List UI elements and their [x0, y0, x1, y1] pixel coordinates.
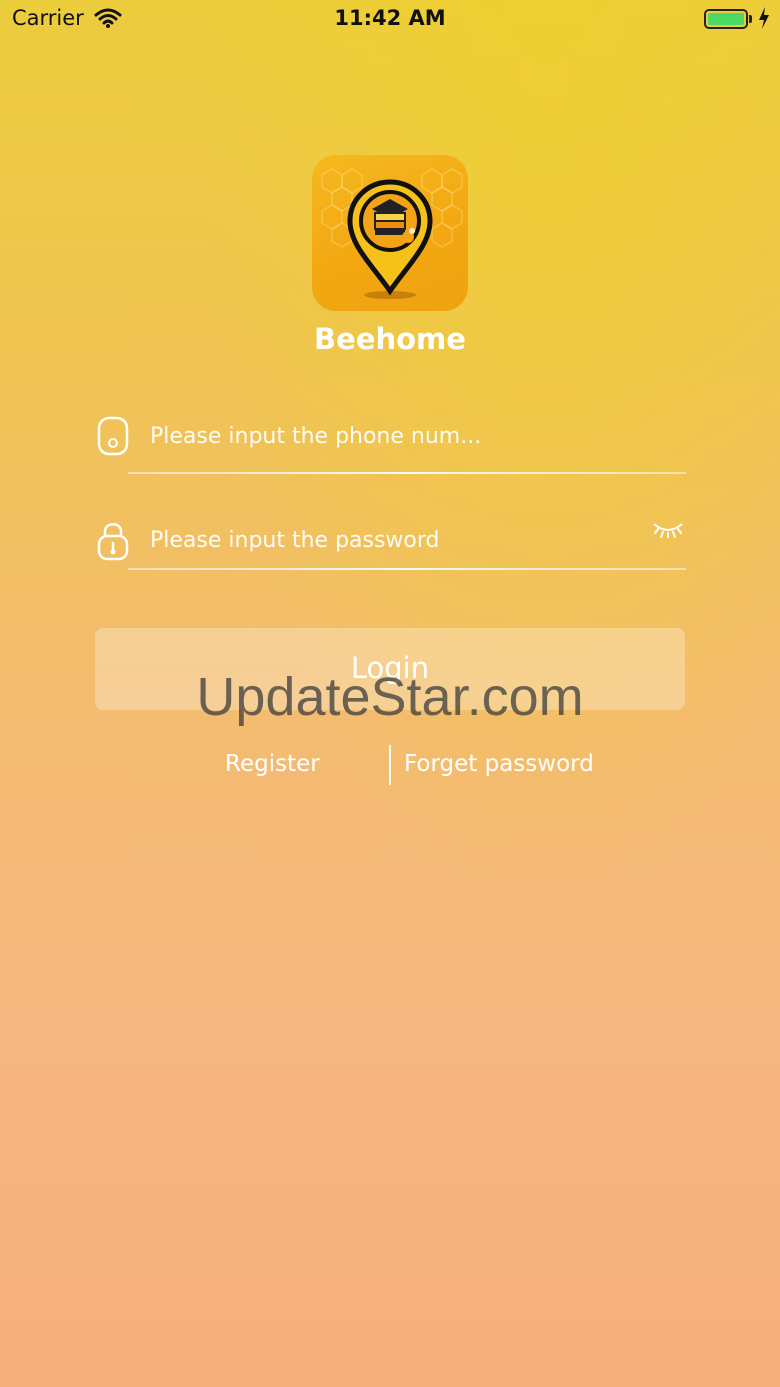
password-field-row [96, 500, 686, 570]
phone-input[interactable] [150, 406, 630, 466]
eye-closed-icon[interactable] [652, 520, 684, 542]
register-link[interactable]: Register [225, 751, 320, 777]
links-divider [389, 745, 391, 785]
battery-icon [704, 9, 748, 29]
app-name: Beehome [314, 322, 466, 356]
password-underline [128, 568, 686, 570]
phone-field-row [96, 404, 686, 474]
charging-bolt-icon [758, 7, 770, 33]
login-button[interactable]: Login [95, 628, 685, 710]
status-bar: Carrier 11:42 AM [0, 0, 780, 40]
bee-location-pin-icon [321, 168, 463, 299]
lock-icon [96, 519, 130, 565]
battery-nub [749, 15, 752, 23]
forget-password-link[interactable]: Forget password [404, 751, 594, 777]
account-links: Register Forget password [0, 745, 780, 789]
phone-underline [128, 472, 686, 474]
password-input[interactable] [150, 510, 630, 570]
app-logo [312, 155, 468, 311]
clock: 11:42 AM [334, 6, 446, 30]
phone-icon [96, 416, 130, 460]
